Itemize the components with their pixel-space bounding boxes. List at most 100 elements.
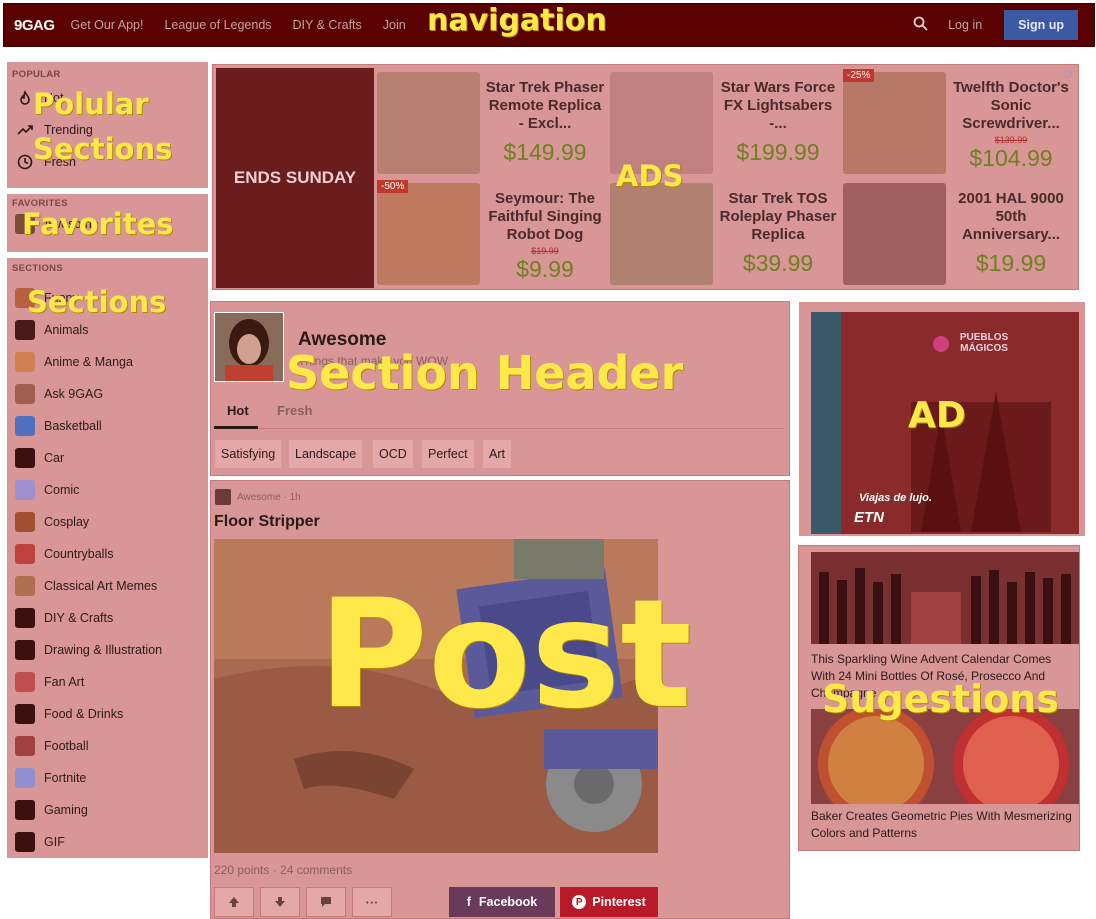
- sidebar-item-classical-art-memes[interactable]: Classical Art Memes: [7, 570, 208, 602]
- sidebar-item-fan-art[interactable]: Fan Art: [7, 666, 208, 698]
- nav-link-diy-crafts[interactable]: DIY & Crafts: [293, 18, 362, 32]
- tag-ocd[interactable]: OCD: [373, 440, 413, 468]
- upvote-button[interactable]: [214, 887, 254, 917]
- sidebar-item-label: Fan Art: [44, 675, 85, 689]
- popular-heading: POPULAR: [12, 69, 61, 80]
- sidebar-item-trending[interactable]: Trending: [7, 114, 208, 146]
- nav-link-join[interactable]: Join: [383, 18, 406, 32]
- sidebar-item-label: Trending: [44, 123, 93, 137]
- product-ads-banner[interactable]: ENDS SUNDAY ▷ Star Trek Phaser Remote Re…: [212, 64, 1079, 290]
- ad-product-card[interactable]: Star Trek Phaser Remote Replica - Excl..…: [377, 69, 609, 177]
- section-header: Awesome Things that make you WOW Hot Fre…: [210, 301, 790, 476]
- suggestion-title-pies[interactable]: Baker Creates Geometric Pies With Mesmer…: [811, 808, 1073, 842]
- section-icon: [15, 704, 35, 724]
- product-image: [610, 72, 713, 174]
- sidebar-item-label: Hot: [44, 91, 64, 105]
- sidebar-item-label: DIY & Crafts: [44, 611, 114, 625]
- sidebar-item-food-drinks[interactable]: Food & Drinks: [7, 698, 208, 730]
- right-ad[interactable]: PUEBLOS MÁGICOS Viajas de lujo. ETN: [797, 300, 1087, 538]
- ad-logo: ETN: [854, 509, 884, 526]
- section-icon: [15, 544, 35, 564]
- sidebar-item-gif[interactable]: GIF: [7, 826, 208, 858]
- sidebar-item-fortnite[interactable]: Fortnite: [7, 762, 208, 794]
- sidebar-item-label: Cosplay: [44, 515, 90, 529]
- sidebar-item-label: Basketball: [44, 419, 102, 433]
- facebook-icon: f: [466, 895, 471, 909]
- post-stats[interactable]: 220 points · 24 comments: [214, 863, 352, 877]
- sidebar-item-label: Drawing & Illustration: [44, 643, 163, 657]
- facebook-share-button[interactable]: f Facebook: [449, 887, 555, 917]
- section-icon: [15, 416, 35, 436]
- product-image: [843, 183, 946, 285]
- more-options-button[interactable]: ···: [352, 887, 392, 917]
- downvote-button[interactable]: [260, 887, 300, 917]
- sidebar-item-football[interactable]: Football: [7, 730, 208, 762]
- sidebar-item-fresh[interactable]: Fresh: [7, 146, 208, 178]
- product-price: $9.99: [516, 256, 574, 282]
- tag-perfect[interactable]: Perfect: [422, 440, 474, 468]
- product-name: Star Trek TOS Roleplay Phaser Replica: [719, 190, 837, 243]
- sidebar-item-animals[interactable]: Animals: [7, 314, 208, 346]
- tag-art[interactable]: Art: [483, 440, 511, 468]
- section-icon: [15, 352, 35, 372]
- sidebar-item-drawing-illustration[interactable]: Drawing & Illustration: [7, 634, 208, 666]
- sidebar-item-diy-crafts[interactable]: DIY & Crafts: [7, 602, 208, 634]
- sidebar-item-gaming[interactable]: Gaming: [7, 794, 208, 826]
- tag-landscape[interactable]: Landscape: [289, 440, 363, 468]
- nav-link-get-app[interactable]: Get Our App!: [71, 18, 144, 32]
- sidebar-item-label: Comic: [44, 483, 80, 497]
- sidebar-item-cosplay[interactable]: Cosplay: [7, 506, 208, 538]
- popular-sections-panel: POPULAR Hot Trending Fresh: [5, 60, 210, 190]
- post-image[interactable]: [214, 539, 658, 853]
- pinterest-share-button[interactable]: P Pinterest: [560, 887, 658, 917]
- section-icon: [215, 489, 231, 505]
- section-icon: [15, 672, 35, 692]
- ad-product-card[interactable]: Star Wars Force FX Lightsabers -... $199.…: [610, 69, 842, 177]
- section-icon: [15, 288, 35, 308]
- section-icon: [15, 768, 35, 788]
- ad-product-card[interactable]: Star Trek TOS Roleplay Phaser Replica $39…: [610, 180, 842, 288]
- suggestion-image-wine[interactable]: [811, 552, 1079, 644]
- awesome-avatar-icon: [15, 214, 35, 234]
- product-price: $39.99: [742, 250, 814, 276]
- ad-product-card[interactable]: -25% Twelfth Doctor's Sonic Screwdriver..…: [843, 69, 1075, 177]
- sidebar-item-awesome[interactable]: Awesome: [7, 209, 208, 239]
- section-icon: [15, 608, 35, 628]
- sidebar-item-car[interactable]: Car: [7, 442, 208, 474]
- logo[interactable]: 9GAG: [14, 17, 55, 34]
- sidebar-item-ask-9gag[interactable]: Ask 9GAG: [7, 378, 208, 410]
- nav-link-league-of-legends[interactable]: League of Legends: [164, 18, 271, 32]
- product-old-price: $139.99: [994, 135, 1028, 145]
- suggestion-image-pies[interactable]: [811, 709, 1079, 804]
- product-price: $104.99: [969, 145, 1053, 171]
- sidebar-item-hot[interactable]: Hot: [7, 82, 208, 114]
- tag-satisfying[interactable]: Satisfying: [215, 440, 282, 468]
- section-icon: [15, 480, 35, 500]
- sidebar-item-comic[interactable]: Comic: [7, 474, 208, 506]
- signup-button[interactable]: Sign up: [1004, 10, 1078, 40]
- product-image: [610, 183, 713, 285]
- sections-panel: SECTIONS Funny Animals Anime & Manga Ask 9G…: [5, 256, 210, 860]
- ad-product-card[interactable]: 2001 HAL 9000 50th Anniversary... $19.99: [843, 180, 1075, 288]
- post-title[interactable]: Floor Stripper: [214, 513, 320, 531]
- search-icon[interactable]: [913, 16, 928, 35]
- ad-product-card[interactable]: -50% Seymour: The Faithful Singing Robot …: [377, 180, 609, 288]
- suggestion-title-wine[interactable]: This Sparkling Wine Advent Calendar Come…: [811, 651, 1073, 702]
- sidebar-item-label: Car: [44, 451, 65, 465]
- post-meta-text[interactable]: Awesome · 1h: [237, 492, 301, 503]
- discount-badge: -25%: [843, 69, 875, 82]
- sidebar-item-basketball[interactable]: Basketball: [7, 410, 208, 442]
- product-price: $199.99: [736, 139, 820, 165]
- sidebar-item-countryballs[interactable]: Countryballs: [7, 538, 208, 570]
- sidebar-item-label: Fresh: [44, 155, 76, 169]
- tab-fresh[interactable]: Fresh: [277, 403, 312, 418]
- night-mode-icon[interactable]: [879, 16, 893, 34]
- sidebar-item-label: Anime & Manga: [44, 355, 133, 369]
- tab-hot[interactable]: Hot: [227, 403, 249, 418]
- sidebar-item-anime-manga[interactable]: Anime & Manga: [7, 346, 208, 378]
- product-name: Seymour: The Faithful Singing Robot Dog: [488, 190, 602, 243]
- comment-button[interactable]: [306, 887, 346, 917]
- sidebar-item-label: Countryballs: [44, 547, 114, 561]
- sidebar-item-funny[interactable]: Funny: [7, 282, 208, 314]
- login-link[interactable]: Log in: [948, 18, 982, 32]
